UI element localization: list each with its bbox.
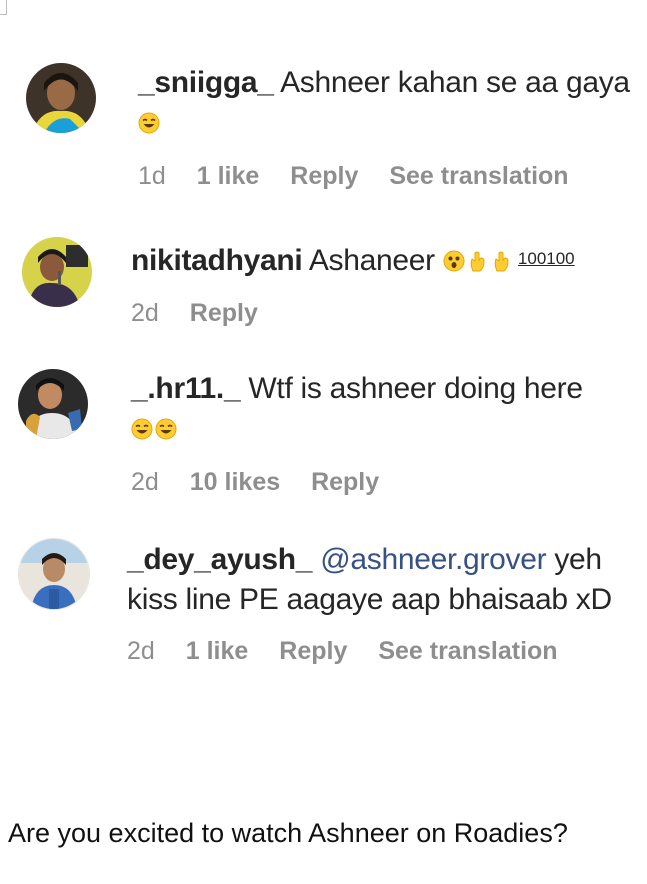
comment-meta: 2d 1 like Reply See translation: [127, 637, 582, 666]
comment-time: 1d: [138, 162, 166, 190]
laughing-face-icon: [138, 112, 160, 134]
comment-time: 2d: [127, 637, 155, 665]
mention-link[interactable]: @ashneer.grover: [320, 543, 546, 576]
see-translation-button[interactable]: See translation: [378, 637, 557, 666]
reply-button[interactable]: Reply: [190, 299, 258, 328]
reply-button[interactable]: Reply: [279, 637, 347, 666]
see-translation-button[interactable]: See translation: [389, 162, 568, 191]
comment-meta: 2d 10 likes Reply: [131, 468, 403, 497]
comment-username[interactable]: nikitadhyani: [131, 244, 303, 277]
likes-count[interactable]: 1 like: [186, 637, 249, 666]
post-caption: Are you excited to watch Ashneer on Road…: [8, 818, 568, 848]
reply-button[interactable]: Reply: [311, 468, 379, 497]
reply-button[interactable]: Reply: [290, 162, 358, 191]
laughing-face-icon: [155, 418, 177, 440]
corner-mark: [0, 0, 7, 15]
comment-body-line2: kiss line PE aagaye aap bhaisaab xD: [127, 583, 612, 616]
hand-icon: [494, 251, 509, 272]
avatar[interactable]: [18, 369, 88, 439]
likes-count[interactable]: 10 likes: [190, 468, 280, 497]
comment-text: _.hr11._ Wtf is ashneer doing here: [131, 369, 641, 449]
comment-body: yeh: [554, 543, 602, 576]
hundred-points-score: 100100: [517, 249, 575, 268]
laughing-face-icon: [131, 418, 153, 440]
comment-meta: 2d Reply: [131, 299, 282, 328]
comment-body: Ashaneer: [308, 244, 435, 277]
astonished-face-icon: [443, 250, 465, 272]
comment-time: 2d: [131, 299, 159, 327]
comment-text: _dey_ayush_ @ashneer.grover yeh kiss lin…: [127, 540, 642, 620]
comment-username[interactable]: _.hr11._: [131, 372, 241, 405]
comment-body: Wtf is ashneer doing here: [248, 372, 583, 405]
hand-icon: [470, 251, 485, 272]
comment-meta: 1d 1 like Reply See translation: [138, 162, 593, 191]
comment-text: _sniigga_ Ashneer kahan se aa gaya: [138, 63, 638, 143]
comment-time: 2d: [131, 468, 159, 496]
avatar[interactable]: [26, 63, 96, 133]
comment-body: Ashneer kahan se aa gaya: [280, 66, 630, 99]
avatar[interactable]: [22, 237, 92, 307]
avatar[interactable]: [18, 538, 90, 610]
likes-count[interactable]: 1 like: [197, 162, 260, 191]
comment-text: nikitadhyani Ashaneer 100100: [131, 239, 641, 281]
comment-username[interactable]: _sniigga_: [138, 66, 274, 99]
comment-username[interactable]: _dey_ayush_: [127, 543, 312, 576]
